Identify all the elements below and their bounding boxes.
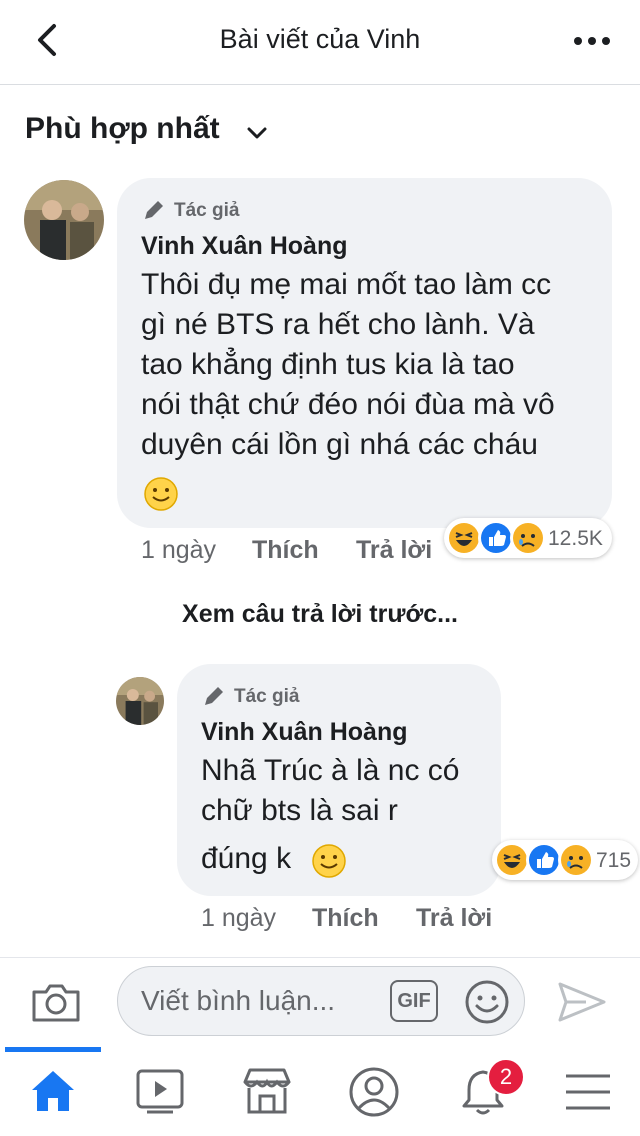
comment-author[interactable]: Vinh Xuân Hoàng [141,232,348,261]
reaction-count: 12.5K [548,527,603,550]
reaction-count: 715 [596,849,632,872]
author-badge: Tác giả [234,686,300,707]
reactions-summary[interactable]: 12.5K [444,518,612,558]
profile-icon[interactable] [348,1066,400,1118]
hamburger-icon[interactable] [564,1072,612,1112]
smiley-emoji-icon [312,844,346,878]
emoji-picker-icon[interactable] [464,979,510,1025]
page-title: Bài viết của Vinh [219,24,421,54]
active-tab-indicator [5,1047,101,1052]
like-button[interactable]: Thích [312,904,379,933]
smiley-emoji-icon [144,477,178,511]
chevron-down-icon[interactable] [244,120,270,146]
reply-button[interactable]: Trả lời [356,536,432,565]
haha-reaction-icon [494,842,530,878]
author-badge: Tác giả [174,200,240,221]
gif-label: GIF [397,990,431,1012]
shop-icon[interactable] [240,1066,294,1116]
home-icon[interactable] [28,1066,78,1116]
bottom-tab-bar [0,1047,640,1136]
pencil-icon [205,687,223,705]
video-icon[interactable] [135,1068,185,1114]
avatar[interactable] [24,180,104,260]
reply-button[interactable]: Trả lời [416,904,492,933]
like-reaction-icon [478,520,514,556]
avatar[interactable] [116,677,164,725]
more-options-icon[interactable] [570,26,614,56]
sort-dropdown-label[interactable]: Phù hợp nhất [25,112,220,146]
comment-time: 1 ngày [201,904,277,932]
sad-reaction-icon [510,520,546,556]
comment-text: Thôi đụ mẹ mai mốt tao làm cc gì né BTS … [141,268,555,461]
sad-reaction-icon [558,842,594,878]
gif-button[interactable]: GIF [390,980,438,1022]
comment-author[interactable]: Vinh Xuân Hoàng [201,718,408,747]
like-reaction-icon [526,842,562,878]
reactions-summary[interactable]: 715 [492,840,638,880]
comment-input-placeholder[interactable]: Viết bình luận... [141,985,335,1017]
like-button[interactable]: Thích [252,536,319,565]
comment-time: 1 ngày [141,536,217,564]
send-icon[interactable] [556,980,608,1024]
haha-reaction-icon [446,520,482,556]
camera-icon[interactable] [30,980,82,1024]
notification-badge: 2 [487,1058,525,1096]
pencil-icon [145,201,163,219]
view-previous-replies-link[interactable]: Xem câu trả lời trước... [0,600,640,629]
